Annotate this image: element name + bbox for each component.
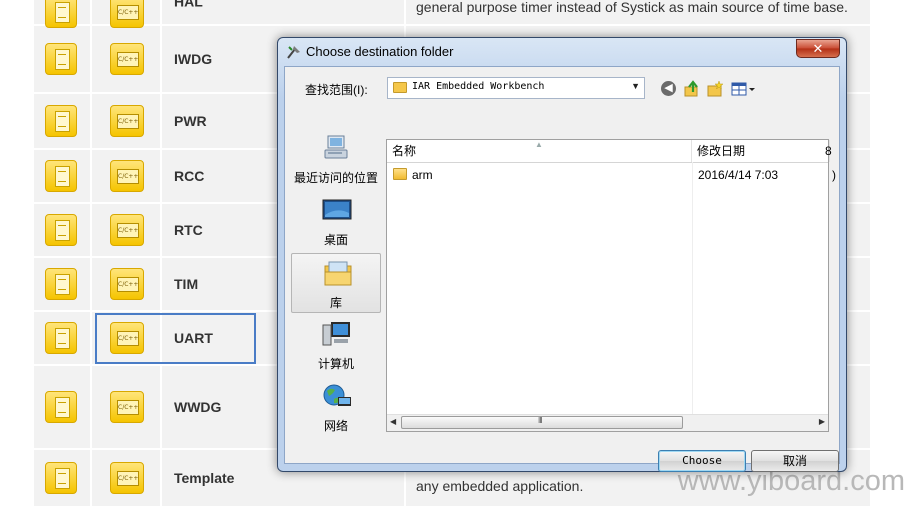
file-date: 2016/4/14 7:03 bbox=[698, 168, 779, 182]
dialog-title: Choose destination folder bbox=[306, 44, 454, 59]
horizontal-scrollbar[interactable]: ◀ III ▶ bbox=[387, 414, 828, 431]
document-icon[interactable] bbox=[45, 322, 77, 354]
column-header-date[interactable]: 修改日期 bbox=[692, 140, 830, 162]
dialog-body: 查找范围(I): IAR Embedded Workbench ▼ ◀ 最近访问… bbox=[284, 66, 840, 472]
row-name: IWDG bbox=[174, 51, 213, 67]
place-label: 桌面 bbox=[323, 233, 348, 247]
chip-icon[interactable]: C/C++ bbox=[110, 268, 144, 300]
place-label: 库 bbox=[329, 296, 342, 310]
column-guide bbox=[692, 162, 693, 415]
row-name: RCC bbox=[174, 168, 205, 184]
document-icon[interactable] bbox=[45, 462, 77, 494]
column-separator bbox=[90, 0, 92, 506]
chip-icon[interactable]: C/C++ bbox=[110, 462, 144, 494]
row-desc: general purpose timer instead of Systick… bbox=[416, 0, 848, 15]
folder-icon bbox=[393, 82, 407, 93]
column-separator bbox=[160, 0, 162, 506]
choose-button[interactable]: Choose bbox=[658, 450, 746, 472]
document-icon[interactable] bbox=[45, 268, 77, 300]
row-name: RTC bbox=[174, 222, 203, 238]
file-list: 名称 ▲ 修改日期 8 arm 2016/4/14 7:03 ) ◀ III ▶ bbox=[386, 139, 836, 432]
chevron-down-icon[interactable]: ▼ bbox=[631, 81, 640, 91]
list-item[interactable]: arm 2016/4/14 7:03 ) bbox=[387, 165, 836, 185]
list-header: 名称 ▲ 修改日期 8 bbox=[387, 140, 832, 163]
look-in-dropdown[interactable]: IAR Embedded Workbench ▼ bbox=[387, 77, 645, 99]
network-icon bbox=[323, 384, 351, 406]
document-icon[interactable] bbox=[45, 105, 77, 137]
column-header-name[interactable]: 名称 ▲ bbox=[387, 140, 692, 162]
place-label: 网络 bbox=[323, 419, 348, 433]
row-name: Template bbox=[174, 470, 235, 486]
document-icon[interactable] bbox=[45, 160, 77, 192]
look-in-label: 查找范围(I): bbox=[305, 83, 368, 97]
document-icon[interactable] bbox=[45, 391, 77, 423]
scroll-right-icon[interactable]: ▶ bbox=[819, 417, 825, 426]
scroll-grip: III bbox=[538, 416, 543, 425]
desktop-icon bbox=[322, 199, 352, 220]
chip-icon[interactable]: C/C++ bbox=[110, 105, 144, 137]
close-button[interactable]: ✕ bbox=[796, 39, 840, 58]
place-desktop[interactable]: 桌面 bbox=[291, 191, 381, 251]
document-icon[interactable] bbox=[45, 0, 77, 28]
place-computer[interactable]: 计算机 bbox=[291, 315, 381, 375]
app-icon bbox=[287, 46, 300, 59]
row-name: PWR bbox=[174, 113, 207, 129]
folder-icon bbox=[393, 168, 407, 180]
place-label: 最近访问的位置 bbox=[293, 171, 378, 185]
row-name: WWDG bbox=[174, 399, 222, 415]
scroll-left-icon[interactable]: ◀ bbox=[390, 417, 396, 426]
back-icon[interactable]: ◀ bbox=[660, 80, 678, 98]
choose-folder-dialog: Choose destination folder ✕ 查找范围(I): IAR… bbox=[277, 37, 847, 472]
chip-icon[interactable]: C/C++ bbox=[110, 214, 144, 246]
libraries-icon bbox=[324, 261, 352, 286]
file-name: arm bbox=[412, 168, 433, 182]
place-network[interactable]: 网络 bbox=[291, 377, 381, 437]
document-icon[interactable] bbox=[45, 43, 77, 75]
place-recent[interactable]: 最近访问的位置 bbox=[291, 129, 381, 189]
view-menu-icon[interactable] bbox=[731, 80, 759, 98]
chip-icon[interactable]: C/C++ bbox=[110, 43, 144, 75]
new-folder-icon[interactable] bbox=[706, 80, 724, 98]
sort-arrow-icon: ▲ bbox=[535, 140, 543, 149]
place-label: 计算机 bbox=[317, 357, 354, 371]
scrollbar-thumb[interactable]: III bbox=[401, 416, 683, 429]
uart-highlight-box bbox=[95, 313, 256, 364]
up-folder-icon[interactable] bbox=[683, 80, 701, 98]
cancel-button[interactable]: 取消 bbox=[751, 450, 839, 472]
column-header-extra[interactable]: 8 bbox=[825, 140, 832, 162]
chip-icon[interactable]: C/C++ bbox=[110, 391, 144, 423]
file-extra: ) bbox=[832, 168, 836, 182]
chip-icon[interactable]: C/C++ bbox=[110, 0, 144, 28]
row-name: TIM bbox=[174, 276, 199, 292]
places-bar: 最近访问的位置 桌面 库 计算机 网络 bbox=[291, 129, 381, 459]
place-libraries[interactable]: 库 bbox=[291, 253, 381, 313]
recent-places-icon bbox=[324, 135, 348, 159]
row-name: HAL bbox=[174, 0, 203, 10]
look-in-value: IAR Embedded Workbench bbox=[412, 81, 545, 92]
computer-icon bbox=[322, 322, 350, 346]
chip-icon[interactable]: C/C++ bbox=[110, 160, 144, 192]
row-desc: any embedded application. bbox=[416, 478, 584, 494]
document-icon[interactable] bbox=[45, 214, 77, 246]
